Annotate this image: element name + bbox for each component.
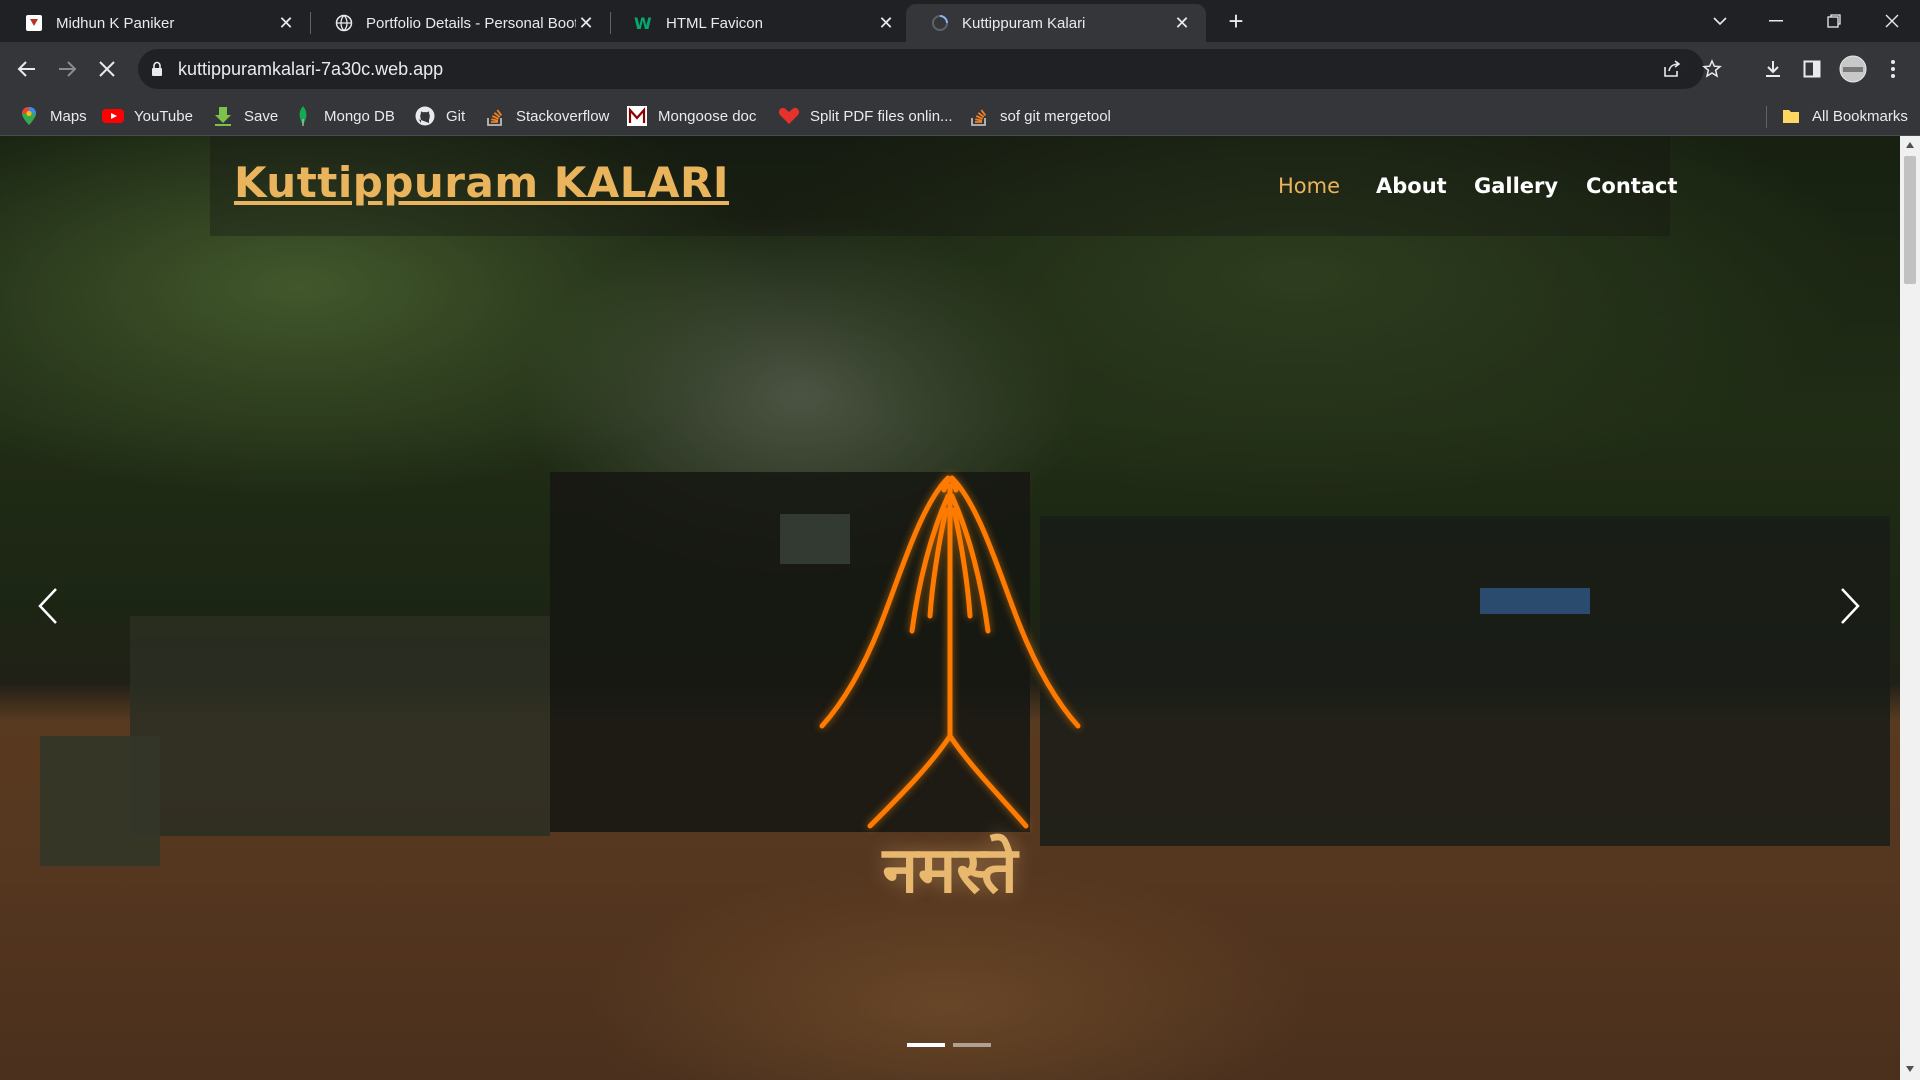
close-tab-icon[interactable]: ✕ [1172,13,1192,33]
bookmark-label: Split PDF files onlin... [810,107,953,125]
stackoverflow-icon [968,105,990,127]
carousel-indicator-1[interactable] [907,1043,945,1047]
close-tab-icon[interactable]: ✕ [276,13,296,33]
close-window-icon[interactable] [1864,0,1920,42]
mongoose-icon [626,105,648,127]
loading-spinner-icon [930,13,950,33]
nav-contact-link[interactable]: Contact [1586,174,1678,198]
maps-pin-icon [18,105,40,127]
site-navbar: Kuttippuram KALARI Home About Gallery Co… [210,136,1678,236]
side-panel-icon[interactable] [1795,52,1829,86]
close-tab-icon[interactable]: ✕ [576,13,596,33]
stackoverflow-icon [484,105,506,127]
globe-favicon-icon [334,13,354,33]
youtube-icon [102,105,124,127]
tab-search-chevron-icon[interactable] [1692,0,1748,42]
bookmark-label: Stackoverflow [516,107,610,125]
bookmark-mongodb[interactable]: Mongo DB [292,104,395,128]
bookmark-youtube[interactable]: YouTube [102,104,193,128]
carousel-indicators [907,1043,991,1047]
nav-home-link[interactable]: Home [1278,174,1340,198]
w-favicon-icon: W [634,13,654,33]
bookmark-label: Maps [50,107,87,125]
restore-icon[interactable] [1806,0,1862,42]
all-bookmarks-folder[interactable]: All Bookmarks [1780,104,1908,128]
page-viewport: Kuttippuram KALARI Home About Gallery Co… [0,136,1900,1080]
carousel-prev-icon[interactable] [28,576,68,636]
bookmark-label: Mongo DB [324,107,395,125]
bookmark-label: sof git mergetool [1000,107,1111,125]
namaste-heading: नमस्ते [882,834,1018,908]
address-bar[interactable]: kuttippuramkalari-7a30c.web.app [138,49,1722,89]
bookmark-save[interactable]: Save [212,104,278,128]
carousel-next-icon[interactable] [1830,576,1870,636]
bookmarks-divider [1766,106,1767,128]
menu-kebab-icon[interactable] [1876,52,1910,86]
download-arrow-icon [212,105,234,127]
github-icon [414,105,436,127]
star-bookmark-icon[interactable] [1702,59,1722,84]
bookmark-stackoverflow[interactable]: Stackoverflow [484,104,609,128]
back-arrow-icon[interactable] [10,52,44,86]
new-tab-button[interactable]: + [1222,8,1250,36]
bookmark-mongoose-doc[interactable]: Mongoose doc [626,104,756,128]
bookmark-label: Git [446,107,466,125]
folder-icon [1780,105,1802,127]
url-text[interactable]: kuttippuramkalari-7a30c.web.app [178,59,443,80]
close-tab-icon[interactable]: ✕ [876,13,896,33]
tab-title: Kuttippuram Kalari [962,14,1086,32]
all-bookmarks-label: All Bookmarks [1812,107,1908,125]
bookmark-split-pdf[interactable]: Split PDF files onlin... [778,104,953,128]
shield-favicon-icon [24,13,44,33]
bookmark-label: YouTube [134,107,193,125]
pdf-heart-icon [778,105,800,127]
tab-title: HTML Favicon [666,14,763,32]
mongodb-leaf-icon [292,105,314,127]
tab-title: Midhun K Paniker [56,14,175,32]
tab-title: Portfolio Details - Personal Boot [366,14,576,32]
stop-loading-icon[interactable] [90,52,124,86]
tab-kuttippuram-kalari[interactable]: Kuttippuram Kalari ✕ [906,4,1206,42]
scrollbar-thumb[interactable] [1904,156,1916,284]
carousel-indicator-2[interactable] [953,1043,991,1047]
minimize-icon[interactable] [1748,0,1804,42]
tab-html-favicon[interactable]: W HTML Favicon ✕ [610,4,910,42]
bookmark-sof-git-mergetool[interactable]: sof git mergetool [968,104,1111,128]
site-brand-link[interactable]: Kuttippuram KALARI [234,158,729,207]
page-scrollbar[interactable] [1900,136,1920,1080]
svg-text:W: W [634,14,652,32]
nav-about-link[interactable]: About [1376,174,1447,198]
tab-midhun[interactable]: Midhun K Paniker ✕ [0,4,310,42]
forward-arrow-icon[interactable] [50,52,84,86]
tab-strip: Midhun K Paniker ✕ Portfolio Details - P… [0,0,1920,42]
scroll-up-arrow-icon[interactable] [1906,142,1914,148]
profile-avatar-icon[interactable] [1836,52,1870,86]
share-icon[interactable] [1662,59,1682,84]
bookmark-git[interactable]: Git [414,104,465,128]
tab-portfolio[interactable]: Portfolio Details - Personal Boot ✕ [310,4,610,42]
download-icon[interactable] [1756,52,1790,86]
bookmark-label: Save [244,107,279,125]
lock-icon[interactable] [150,61,164,82]
nav-gallery-link[interactable]: Gallery [1474,174,1558,198]
scroll-down-arrow-icon[interactable] [1906,1066,1914,1072]
bookmark-label: Mongoose doc [658,107,757,125]
bookmarks-bar: Maps YouTube Save Mongo DB Git Stackover… [0,96,1920,136]
browser-toolbar: kuttippuramkalari-7a30c.web.app [0,42,1920,96]
bookmark-maps[interactable]: Maps [18,104,87,128]
